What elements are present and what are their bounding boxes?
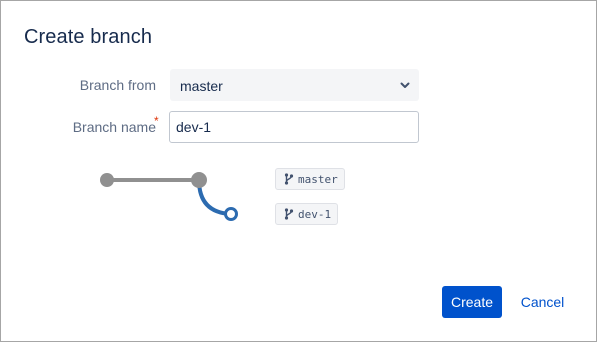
dialog-title: Create branch <box>24 26 153 48</box>
branch-icon <box>284 173 294 185</box>
branch-name-label: Branch name <box>72 119 156 135</box>
branch-icon <box>284 208 294 220</box>
branch-from-value: master <box>180 78 223 94</box>
branch-diagram <box>100 172 238 221</box>
new-branch-name: dev-1 <box>298 207 332 221</box>
trunk-start-node <box>100 173 114 187</box>
branch-name-input[interactable] <box>169 111 419 143</box>
create-button[interactable]: Create <box>442 286 502 318</box>
branch-from-select[interactable]: master <box>170 69 419 101</box>
new-branch-tag: dev-1 <box>275 203 339 225</box>
source-branch-name: master <box>298 172 338 186</box>
new-branch-node <box>224 207 238 221</box>
required-marker: * <box>154 114 159 128</box>
branch-from-label: Branch from <box>79 77 156 93</box>
cancel-button[interactable]: Cancel <box>515 286 570 318</box>
chevron-down-icon <box>400 82 410 88</box>
trunk-branch-node <box>191 172 207 188</box>
create-branch-dialog: Create branch Branch from master Branch … <box>0 0 597 342</box>
source-branch-tag: master <box>275 168 345 190</box>
